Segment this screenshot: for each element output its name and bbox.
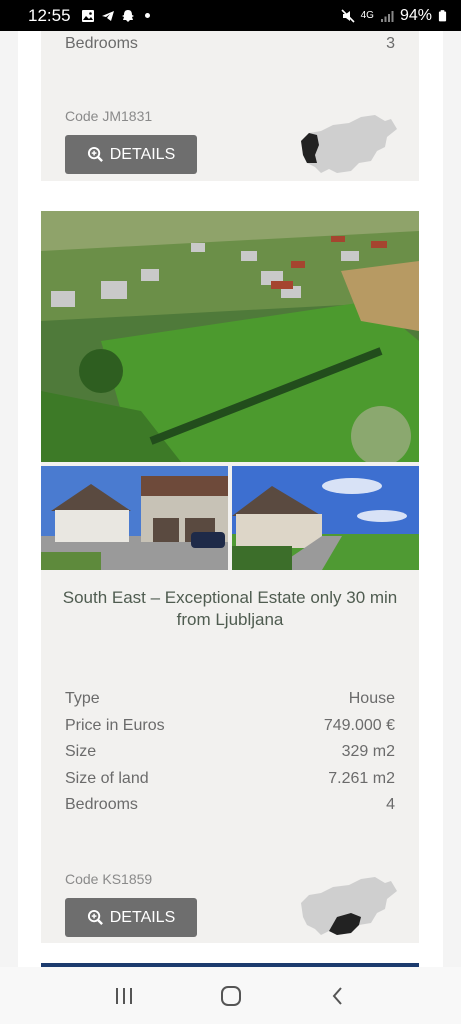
spec-label: Price in Euros [65,716,165,734]
listing-code: Code JM1831 [65,108,153,124]
hero-image[interactable] [41,211,419,462]
spec-value: 749.000 € [323,716,395,734]
slovenia-map [301,115,397,173]
telegram-icon [101,10,114,21]
spec-row-bedrooms: Bedrooms 3 [41,31,419,58]
spec-label: Size [65,743,97,761]
home-button[interactable] [211,976,251,1016]
spec-value: House [348,690,395,708]
battery-level: 94% [399,6,432,24]
thumbnail-image-1[interactable] [41,466,228,570]
battery-icon [438,9,447,21]
listing-title[interactable]: South East – Exceptional Estate only 30 … [51,587,409,631]
spec-row-type: Type House [41,686,419,713]
spec-row-size: Size 329 m2 [41,739,419,766]
notification-dot [144,13,150,18]
spec-value: 4 [386,796,395,814]
thumbnail-image-2[interactable] [232,466,419,570]
signal-icon [380,10,394,22]
spec-value: 329 m2 [341,743,395,761]
snapchat-icon [121,9,134,22]
network-label: 4G [360,10,374,21]
details-button[interactable]: DETAILS [65,135,197,174]
spec-value: 7.261 m2 [328,769,395,787]
spec-row-price: Price in Euros 749.000 € [41,713,419,740]
search-zoom-icon [87,909,103,925]
search-zoom-icon [87,146,103,162]
navigation-bar [0,967,461,1024]
spec-row-bedrooms: Bedrooms 4 [41,792,419,819]
spec-label: Bedrooms [65,35,138,53]
listing-card-ks1859[interactable]: South East – Exceptional Estate only 30 … [41,211,419,943]
status-bar: 12:55 4G 94% [0,0,461,31]
spec-label: Bedrooms [65,796,138,814]
gallery-icon [81,9,94,22]
mute-icon [341,8,355,23]
status-time: 12:55 [28,5,71,25]
back-button[interactable] [318,976,358,1016]
slovenia-map [301,877,397,935]
recent-apps-icon [115,987,132,1004]
home-icon [220,985,241,1006]
spec-value: 3 [386,35,395,53]
spec-label: Size of land [65,769,149,787]
spec-label: Type [65,690,100,708]
details-label: DETAILS [109,145,176,163]
details-button[interactable]: DETAILS [65,898,197,937]
details-label: DETAILS [109,908,176,926]
back-icon [332,986,342,1005]
listing-page[interactable]: Bedrooms 3 Code JM1831 DETAILS South Eas… [18,31,443,967]
spec-row-land: Size of land 7.261 m2 [41,766,419,793]
listing-card-jm1831: Bedrooms 3 Code JM1831 DETAILS [41,31,419,181]
recent-apps-button[interactable] [104,976,144,1016]
spec-table: Type House Price in Euros 749.000 € Size… [41,686,419,819]
listing-code: Code KS1859 [65,871,153,887]
